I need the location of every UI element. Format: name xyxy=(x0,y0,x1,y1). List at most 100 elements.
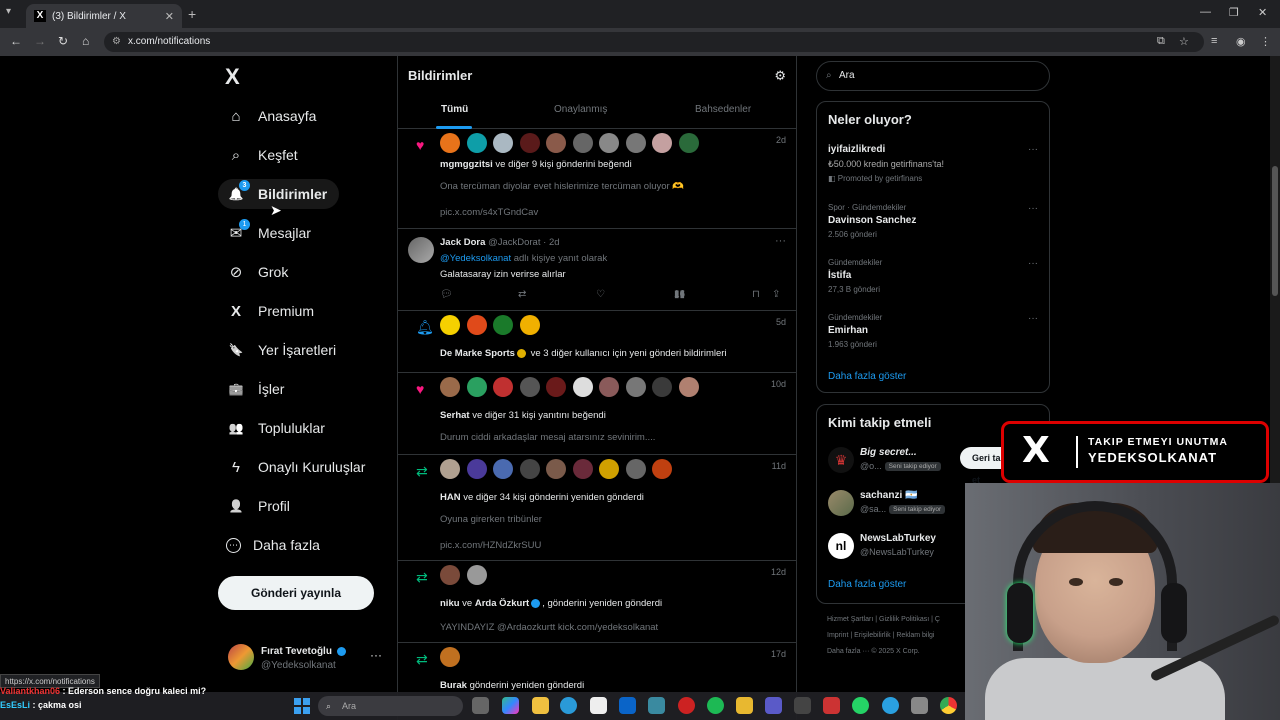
new-tab-button[interactable]: + xyxy=(188,6,196,22)
browser-tab[interactable]: X (3) Bildirimler / X ✕ xyxy=(26,4,182,28)
reply-item[interactable]: Jack Dora @JackDorat · 2d ··· @Yedeksolk… xyxy=(398,229,796,311)
notification-time: 10d xyxy=(770,379,786,389)
store-icon[interactable] xyxy=(590,697,607,714)
tab-menu-icon[interactable]: ▾ xyxy=(6,6,11,17)
whatsapp-icon[interactable] xyxy=(852,697,869,714)
profile-icon[interactable]: ◉ xyxy=(1236,35,1246,48)
notification-item[interactable]: ⇄ 12d niku ve Arda Özkurt, gönderini yen… xyxy=(398,561,796,643)
notification-item[interactable]: ⇄ 11d HAN ve diğer 34 kişi gönderini yen… xyxy=(398,455,796,561)
tab-verified[interactable]: Onaylanmış xyxy=(554,104,607,115)
settings-icon[interactable] xyxy=(911,697,928,714)
copilot-icon[interactable] xyxy=(502,697,519,714)
teams-icon[interactable] xyxy=(765,697,782,714)
nav-label: Topluluklar xyxy=(258,420,325,436)
media-controls-icon[interactable]: ≡ xyxy=(1211,35,1217,47)
settings-gear-icon[interactable]: ⚙ xyxy=(774,68,786,84)
browser-menu-icon[interactable]: ⋮ xyxy=(1260,35,1271,48)
notification-text: ve diğer 34 kişi gönderini yeniden gönde… xyxy=(460,492,644,503)
grok-icon: ⊘ xyxy=(229,264,243,281)
post-button[interactable]: Gönderi yayınla xyxy=(218,576,374,610)
trend-more-icon[interactable]: ··· xyxy=(1028,144,1038,155)
trend-item[interactable]: Spor · Gündemdekiler Davinson Sanchez 2.… xyxy=(828,203,1038,239)
trend-more-icon[interactable]: ··· xyxy=(1028,203,1038,214)
minimize-icon[interactable]: — xyxy=(1200,6,1211,18)
mouse-cursor-icon: ➤ xyxy=(270,202,282,218)
post-more-icon[interactable]: ··· xyxy=(775,235,786,247)
nav-item-grok[interactable]: ⊘ Grok xyxy=(226,257,289,287)
account-more-icon[interactable]: ··· xyxy=(370,648,382,662)
notification-item[interactable]: 🔔︎ 5d De Marke Sports ve 3 diğer kullanı… xyxy=(398,311,796,373)
trend-item[interactable]: iyifaizlikredi ₺50.000 kredin getirfinan… xyxy=(828,144,1038,183)
tab-mentions[interactable]: Bahsedenler xyxy=(695,104,751,115)
post-link[interactable]: pic.x.com/s4xTGndCav xyxy=(440,207,538,218)
nav-item-jobs[interactable]: 💼 İşler xyxy=(226,374,285,404)
notification-item[interactable]: ♥ 2d mgmggzitsi ve diğer 9 kişi gönderin… xyxy=(398,129,796,229)
heart-icon: ♥ xyxy=(416,381,425,397)
share-icon[interactable]: ⇪ xyxy=(772,289,780,300)
trend-item[interactable]: Gündemdekiler Emirhan 1.963 gönderi ··· xyxy=(828,313,1038,349)
nav-item-profile[interactable]: 👤 Profil xyxy=(226,491,290,521)
trend-more-icon[interactable]: ··· xyxy=(1028,313,1038,324)
footer-links-1[interactable]: Hizmet Şartları | Gizlilik Politikası | … xyxy=(827,616,967,623)
site-info-icon[interactable]: ⚙ xyxy=(112,32,121,52)
who-show-more-link[interactable]: Daha fazla göster xyxy=(828,579,906,590)
notification-item[interactable]: ♥ 10d Serhat ve diğer 31 kişi yanıtını b… xyxy=(398,373,796,455)
reply-suffix: adlı kişiye yanıt olarak xyxy=(511,253,608,264)
nav-item-explore[interactable]: ⌕ Keşfet xyxy=(226,140,298,170)
like-icon[interactable]: ♡ xyxy=(596,289,605,300)
install-app-icon[interactable]: ⧉ xyxy=(1157,35,1165,48)
nav-item-communities[interactable]: 👥 Topluluklar xyxy=(226,413,325,443)
tab-all[interactable]: Tümü xyxy=(441,104,468,115)
reload-icon[interactable]: ↻ xyxy=(58,34,68,48)
spotify-icon[interactable] xyxy=(707,697,724,714)
trends-show-more-link[interactable]: Daha fazla göster xyxy=(828,371,906,382)
maximize-icon[interactable]: ❐ xyxy=(1229,6,1239,19)
reply-to-link[interactable]: @Yedeksolkanat xyxy=(440,253,511,264)
task-view-icon[interactable] xyxy=(472,697,489,714)
footer-links-3[interactable]: Daha fazla ··· © 2025 X Corp. xyxy=(827,648,967,655)
obs-icon[interactable] xyxy=(794,697,811,714)
file-explorer-icon[interactable] xyxy=(532,697,549,714)
back-icon[interactable]: ← xyxy=(10,34,22,48)
repost-icon[interactable]: ⇄ xyxy=(518,289,526,300)
scrollbar-thumb[interactable] xyxy=(1272,166,1278,296)
footer-links-2[interactable]: Imprint | Erişilebilirlik | Reklam bilgi xyxy=(827,632,967,639)
search-input[interactable]: ⌕ Ara xyxy=(816,61,1050,91)
telegram-icon[interactable] xyxy=(882,697,899,714)
nav-label: Grok xyxy=(258,264,289,280)
trend-item[interactable]: Gündemdekiler İstifa 27,3 B gönderi ··· xyxy=(828,258,1038,294)
url-field[interactable]: ⚙ x.com/notifications xyxy=(104,32,1204,52)
actor-name: HAN xyxy=(440,492,461,503)
opera-icon[interactable] xyxy=(678,697,695,714)
bookmark-star-icon[interactable]: ☆ xyxy=(1179,35,1189,48)
avatar[interactable] xyxy=(408,237,434,263)
app-icon[interactable] xyxy=(823,697,840,714)
reply-icon[interactable]: 💬︎ xyxy=(440,289,453,300)
app-icon[interactable] xyxy=(648,697,665,714)
suggested-name: sachanzi 🇦🇷 xyxy=(860,490,918,501)
avatar xyxy=(828,490,854,516)
chrome-icon[interactable] xyxy=(940,697,957,714)
nav-item-home[interactable]: ⌂ Anasayfa xyxy=(226,101,316,131)
nav-item-verified-orgs[interactable]: ϟ Onaylı Kuruluşlar xyxy=(226,452,365,482)
trend-more-icon[interactable]: ··· xyxy=(1028,258,1038,269)
forward-icon[interactable]: → xyxy=(34,34,46,48)
edge-icon[interactable] xyxy=(560,697,577,714)
actor-name: Burak xyxy=(440,680,467,691)
home-browser-icon[interactable]: ⌂ xyxy=(82,34,89,48)
app-icon[interactable] xyxy=(736,697,753,714)
tab-close-icon[interactable]: ✕ xyxy=(165,10,174,23)
x-logo[interactable]: X xyxy=(225,64,240,90)
outlook-icon[interactable] xyxy=(619,697,636,714)
post-link[interactable]: pic.x.com/HZNdZkrSUU xyxy=(440,540,541,551)
nav-item-messages[interactable]: ✉ 1 Mesajlar xyxy=(226,218,311,248)
bookmark-post-icon[interactable]: ⊓ xyxy=(752,289,760,300)
nav-item-more[interactable]: ⋯ Daha fazla xyxy=(226,530,320,560)
windows-start-icon[interactable] xyxy=(294,698,310,714)
taskbar-search[interactable]: ⌕ Ara xyxy=(318,696,463,716)
nav-item-bookmarks[interactable]: 🔖 Yer İşaretleri xyxy=(226,335,337,365)
nav-item-premium[interactable]: X Premium xyxy=(226,296,314,326)
avatar-row xyxy=(440,315,546,335)
close-window-icon[interactable]: ✕ xyxy=(1258,6,1267,19)
account-switcher[interactable]: Fırat Tevetoğlu @Yedeksolkanat ··· xyxy=(228,642,388,678)
